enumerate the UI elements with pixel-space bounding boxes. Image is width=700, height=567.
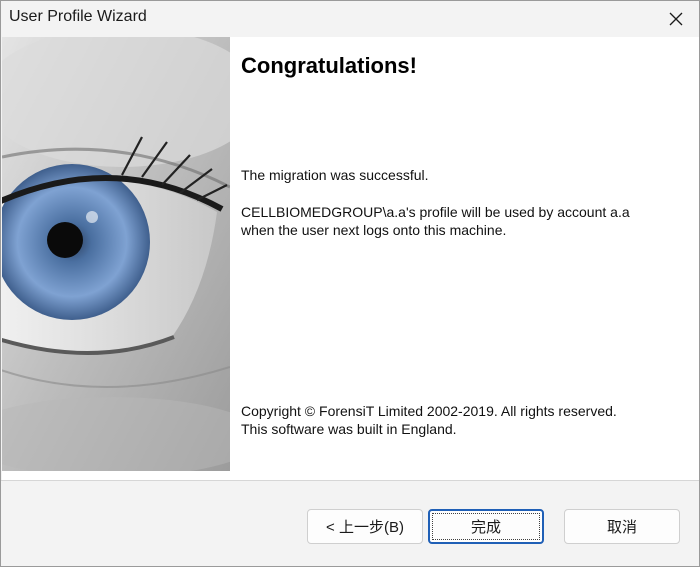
wizard-content: Congratulations! The migration was succe… — [2, 37, 699, 480]
built-in-line: This software was built in England. — [241, 421, 457, 437]
eye-banner-image — [2, 37, 230, 471]
close-button[interactable] — [653, 1, 699, 36]
copyright-line: Copyright © ForensiT Limited 2002-2019. … — [241, 403, 617, 419]
close-icon — [669, 12, 683, 25]
wizard-window: User Profile Wizard Congratulations! The… — [0, 0, 700, 567]
copyright-block: Copyright © ForensiT Limited 2002-2019. … — [241, 402, 661, 438]
button-bar: < 上一步(B) 完成 取消 — [1, 481, 699, 566]
message-panel: Congratulations! The migration was succe… — [241, 37, 681, 471]
profile-message: CELLBIOMEDGROUP\a.a's profile will be us… — [241, 204, 630, 238]
back-button[interactable]: < 上一步(B) — [307, 509, 423, 544]
page-title: Congratulations! — [241, 53, 417, 78]
cancel-button[interactable]: 取消 — [564, 509, 680, 544]
success-message: The migration was successful. — [241, 167, 429, 183]
title-bar: User Profile Wizard — [1, 1, 699, 36]
window-title: User Profile Wizard — [9, 8, 147, 25]
finish-button[interactable]: 完成 — [428, 509, 544, 544]
